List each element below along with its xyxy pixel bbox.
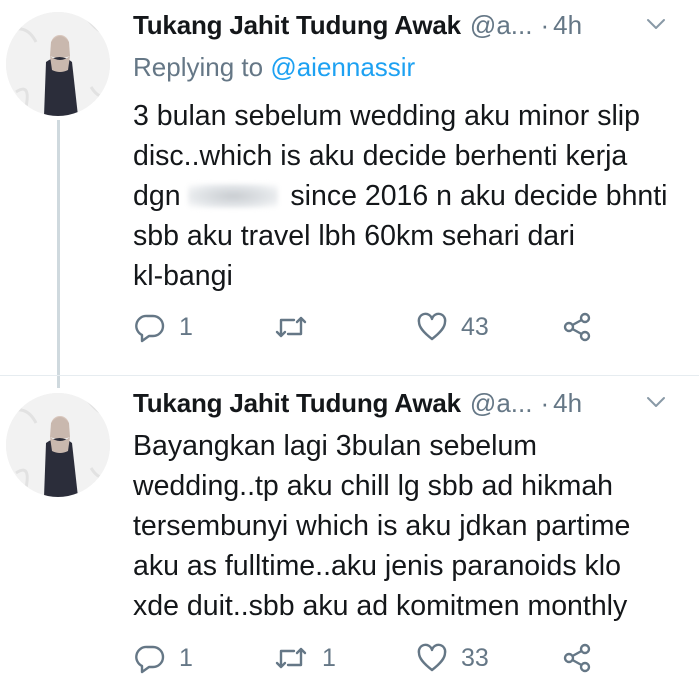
replying-to-label: Replying to	[133, 52, 271, 82]
tweet-header: Tukang Jahit Tudung Awak @a... · 4h	[133, 8, 669, 42]
tweet-actions: 1 43	[133, 307, 613, 347]
tweet-text-line: aku as fulltime..aku jenis paranoids klo	[133, 550, 621, 582]
avatar-image	[6, 393, 110, 497]
share-icon	[560, 641, 594, 675]
retweet-count: 1	[322, 643, 336, 672]
tweet-text-line: Bayangkan lagi 3bulan sebelum	[133, 430, 538, 462]
like-count: 43	[461, 312, 489, 341]
retweet-icon	[272, 641, 310, 675]
mention-link[interactable]: @aiennassir	[270, 52, 415, 82]
tweet-header: Tukang Jahit Tudung Awak @a... · 4h	[133, 386, 669, 420]
tweet-text-line: tersembunyi which is aku jdkan partime	[133, 510, 631, 542]
like-button[interactable]: 33	[415, 638, 489, 678]
author-name[interactable]: Tukang Jahit Tudung Awak	[133, 10, 461, 41]
avatar[interactable]	[6, 12, 110, 116]
replying-to: Replying to @aiennassir	[133, 52, 415, 83]
tweet-text-line: kl-bangi	[133, 260, 233, 292]
retweet-button[interactable]	[272, 307, 322, 347]
thread-line	[57, 376, 60, 388]
share-button[interactable]	[560, 638, 594, 678]
like-icon	[415, 310, 449, 344]
timestamp[interactable]: 4h	[553, 10, 582, 41]
reply-button[interactable]: 1	[133, 638, 193, 678]
reply-button[interactable]: 1	[133, 307, 193, 347]
like-icon	[415, 641, 449, 675]
chevron-down-icon[interactable]	[643, 11, 669, 37]
separator-dot: ·	[540, 9, 550, 40]
retweet-icon	[272, 310, 310, 344]
separator-dot: ·	[540, 387, 550, 418]
reply-count: 1	[179, 312, 193, 341]
avatar[interactable]	[6, 393, 110, 497]
author-name[interactable]: Tukang Jahit Tudung Awak	[133, 388, 461, 419]
tweet-text-fragment: since 2016 n aku decide bhnti	[290, 180, 668, 212]
like-button[interactable]: 43	[415, 307, 489, 347]
tweet[interactable]: Tukang Jahit Tudung Awak @a... · 4h Repl…	[0, 0, 699, 376]
tweet-text-line: wedding..tp aku chill lg sbb ad hikmah	[133, 470, 614, 502]
share-button[interactable]	[560, 307, 594, 347]
share-icon	[560, 310, 594, 344]
avatar-image	[6, 12, 110, 116]
reply-icon	[133, 310, 167, 344]
tweet-text-fragment: dgn	[133, 180, 181, 212]
tweet-text: Bayangkan lagi 3bulan sebelum wedding..t…	[133, 426, 671, 626]
tweet-actions: 1 1 33	[133, 638, 613, 678]
tweet[interactable]: Tukang Jahit Tudung Awak @a... · 4h Baya…	[0, 376, 699, 693]
reply-count: 1	[179, 643, 193, 672]
chevron-down-icon[interactable]	[643, 389, 669, 415]
tweet-text: 3 bulan sebelum wedding aku minor slip d…	[133, 96, 671, 296]
retweet-button[interactable]: 1	[272, 638, 336, 678]
tweet-text-line: sbb aku travel lbh 60km sehari dari	[133, 220, 575, 252]
author-handle[interactable]: @a...	[470, 10, 533, 41]
timestamp[interactable]: 4h	[553, 388, 582, 419]
redacted-text	[188, 184, 279, 208]
like-count: 33	[461, 643, 489, 672]
author-handle[interactable]: @a...	[470, 388, 533, 419]
tweet-text-line: 3 bulan sebelum wedding aku minor slip	[133, 100, 640, 132]
thread-line	[57, 120, 60, 376]
tweet-text-line: disc..which is aku decide berhenti kerja	[133, 140, 628, 172]
reply-icon	[133, 641, 167, 675]
tweet-text-line: xde duit..sbb aku ad komitmen monthly	[133, 590, 628, 622]
tweet-text-line: dgn since 2016 n aku decide bhnti	[133, 176, 671, 216]
